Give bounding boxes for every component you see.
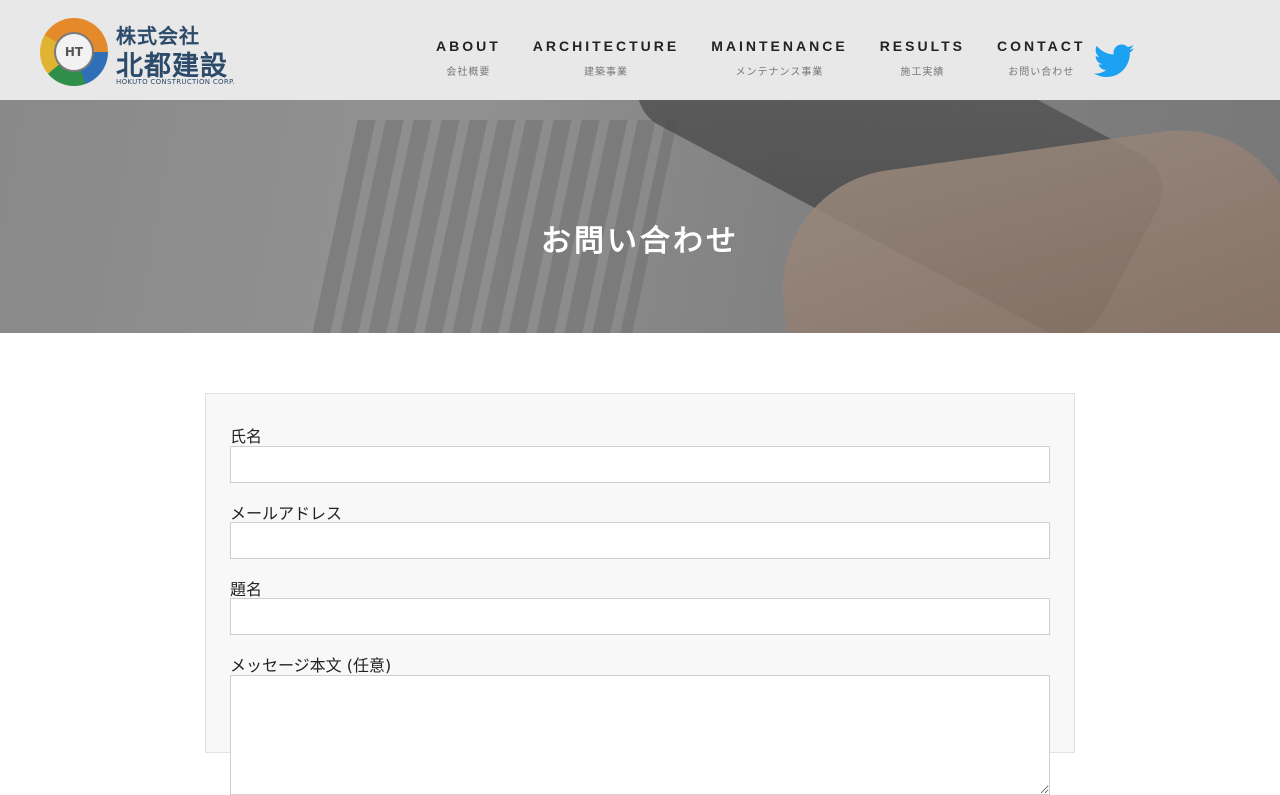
twitter-icon[interactable] — [1094, 44, 1134, 78]
nav-label-en: CONTACT — [997, 38, 1086, 54]
nav-item-maintenance[interactable]: MAINTENANCE メンテナンス事業 — [711, 38, 847, 88]
subject-field[interactable] — [230, 598, 1050, 635]
logo-mark-text: HT — [54, 32, 94, 72]
name-field[interactable] — [230, 446, 1050, 483]
site-header: HT 株式会社 北都建設 HOKUTO CONSTRUCTION CORP. A… — [0, 0, 1280, 100]
nav-label-en: RESULTS — [879, 38, 965, 54]
site-logo[interactable]: HT 株式会社 北都建設 HOKUTO CONSTRUCTION CORP. — [40, 18, 240, 88]
nav-label-en: ARCHITECTURE — [532, 38, 680, 54]
nav-label-ja: 会社概要 — [446, 67, 491, 78]
nav-label-en: ABOUT — [436, 38, 501, 54]
contact-form: 氏名 メールアドレス 題名 メッセージ本文 (任意) — [205, 393, 1075, 795]
name-label: 氏名 — [230, 427, 263, 446]
nav-label-ja: お問い合わせ — [1008, 67, 1075, 78]
message-label: メッセージ本文 (任意) — [230, 656, 392, 675]
subject-label: 題名 — [230, 580, 263, 599]
email-label: メールアドレス — [230, 504, 343, 523]
nav-label-ja: 施工実績 — [900, 67, 945, 78]
nav-item-architecture[interactable]: ARCHITECTURE 建築事業 — [533, 38, 679, 88]
logo-mark-icon: HT — [40, 18, 108, 86]
nav-item-about[interactable]: ABOUT 会社概要 — [436, 38, 501, 88]
nav-label-ja: 建築事業 — [584, 67, 628, 78]
nav-label-en: MAINTENANCE — [711, 38, 848, 54]
nav-item-contact[interactable]: CONTACT お問い合わせ — [997, 38, 1085, 88]
nav-item-results[interactable]: RESULTS 施工実績 — [880, 38, 965, 88]
nav-label-ja: メンテナンス事業 — [735, 67, 824, 78]
email-field[interactable] — [230, 522, 1050, 559]
message-field[interactable] — [230, 675, 1050, 795]
page-title: お問い合わせ — [541, 224, 739, 259]
main-nav: ABOUT 会社概要 ARCHITECTURE 建築事業 MAINTENANCE… — [420, 38, 1101, 88]
logo-english-name: HOKUTO CONSTRUCTION CORP. — [116, 78, 235, 86]
